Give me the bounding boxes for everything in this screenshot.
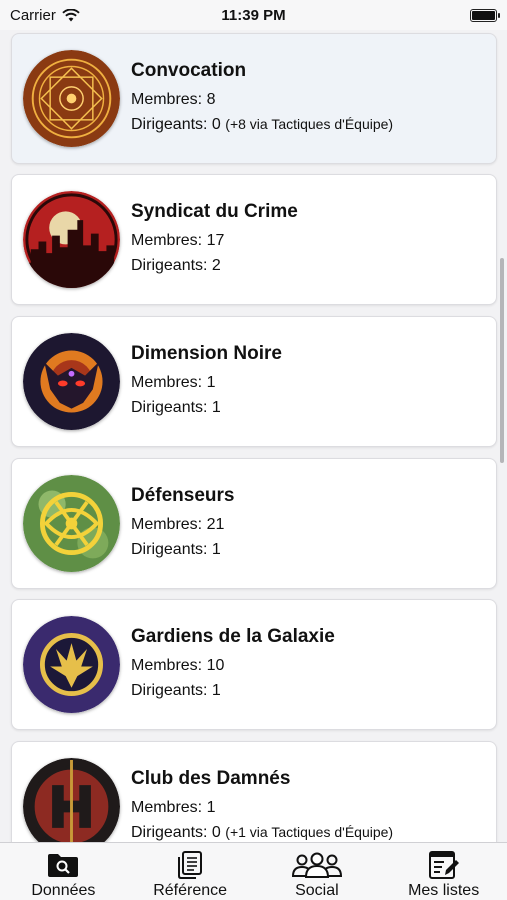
- leaders-row: Dirigeants: 0 (+1 via Tactiques d'Équipe…: [131, 820, 393, 842]
- mystic-seal-icon: [23, 50, 120, 147]
- tab-label: Mes listes: [408, 882, 480, 899]
- tab-donnees[interactable]: Données: [0, 843, 127, 900]
- leaders-count: Dirigeants: 0: [131, 116, 221, 133]
- team-card-dimension-noire[interactable]: Dimension Noire Membres: 1 Dirigeants: 1: [11, 316, 497, 447]
- tab-social[interactable]: Social: [254, 843, 381, 900]
- guardians-badge-icon: [23, 616, 120, 713]
- dark-demon-icon: [23, 333, 120, 430]
- team-name: Dimension Noire: [131, 343, 282, 364]
- tab-label: Social: [295, 882, 339, 899]
- leaders-count: Dirigeants: 0: [131, 824, 221, 841]
- leaders-row: Dirigeants: 2: [131, 253, 298, 278]
- members-count: Membres: 1: [131, 374, 216, 391]
- list-edit-icon: [428, 851, 459, 879]
- tab-reference[interactable]: Référence: [127, 843, 254, 900]
- members-count: Membres: 1: [131, 799, 216, 816]
- folder-search-icon: [47, 851, 79, 879]
- team-list[interactable]: Convocation Membres: 8 Dirigeants: 0 (+8…: [0, 30, 507, 842]
- team-card-gardiens-de-la-galaxie[interactable]: Gardiens de la Galaxie Membres: 10 Dirig…: [11, 599, 497, 730]
- carrier-group: Carrier: [10, 7, 80, 24]
- wifi-icon: [62, 8, 80, 21]
- leaders-row: Dirigeants: 1: [131, 537, 235, 562]
- leaders-row: Dirigeants: 0 (+8 via Tactiques d'Équipe…: [131, 112, 393, 137]
- city-skyline-icon: [23, 191, 120, 288]
- leaders-count: Dirigeants: 1: [131, 682, 221, 699]
- status-bar: Carrier 11:39 PM: [0, 0, 507, 30]
- team-card-convocation[interactable]: Convocation Membres: 8 Dirigeants: 0 (+8…: [11, 33, 497, 164]
- team-name: Syndicat du Crime: [131, 201, 298, 222]
- team-name: Club des Damnés: [131, 768, 291, 789]
- tab-label: Données: [31, 882, 96, 899]
- team-name: Défenseurs: [131, 485, 235, 506]
- document-icon: [177, 851, 203, 879]
- scrollbar[interactable]: [500, 258, 504, 463]
- leaders-count: Dirigeants: 1: [131, 399, 221, 416]
- tab-mes-listes[interactable]: Mes listes: [380, 843, 507, 900]
- battery-icon: [470, 8, 500, 22]
- leaders-count: Dirigeants: 2: [131, 257, 221, 274]
- team-card-club-des-damnes[interactable]: Club des Damnés Membres: 1 Dirigeants: 0…: [11, 741, 497, 842]
- leaders-extra: (+1 via Tactiques d'Équipe): [225, 824, 394, 840]
- tab-label: Référence: [153, 882, 228, 899]
- hellfire-h-icon: [23, 758, 120, 842]
- members-count: Membres: 8: [131, 91, 216, 108]
- leaders-extra: (+8 via Tactiques d'Équipe): [225, 116, 394, 132]
- team-card-defenseurs[interactable]: Défenseurs Membres: 21 Dirigeants: 1: [11, 458, 497, 589]
- leaders-row: Dirigeants: 1: [131, 395, 282, 420]
- team-name: Convocation: [131, 60, 247, 81]
- leaders-count: Dirigeants: 1: [131, 541, 221, 558]
- team-card-syndicat-du-crime[interactable]: Syndicat du Crime Membres: 17 Dirigeants…: [11, 174, 497, 305]
- leaders-row: Dirigeants: 1: [131, 678, 335, 703]
- members-count: Membres: 21: [131, 516, 225, 533]
- members-count: Membres: 17: [131, 232, 225, 249]
- tab-bar: Données Référence Social Mes listes: [0, 842, 507, 900]
- members-count: Membres: 10: [131, 657, 225, 674]
- people-icon: [291, 851, 343, 879]
- carrier-label: Carrier: [10, 6, 56, 24]
- eye-of-agamotto-icon: [23, 475, 120, 572]
- team-name: Gardiens de la Galaxie: [131, 626, 335, 647]
